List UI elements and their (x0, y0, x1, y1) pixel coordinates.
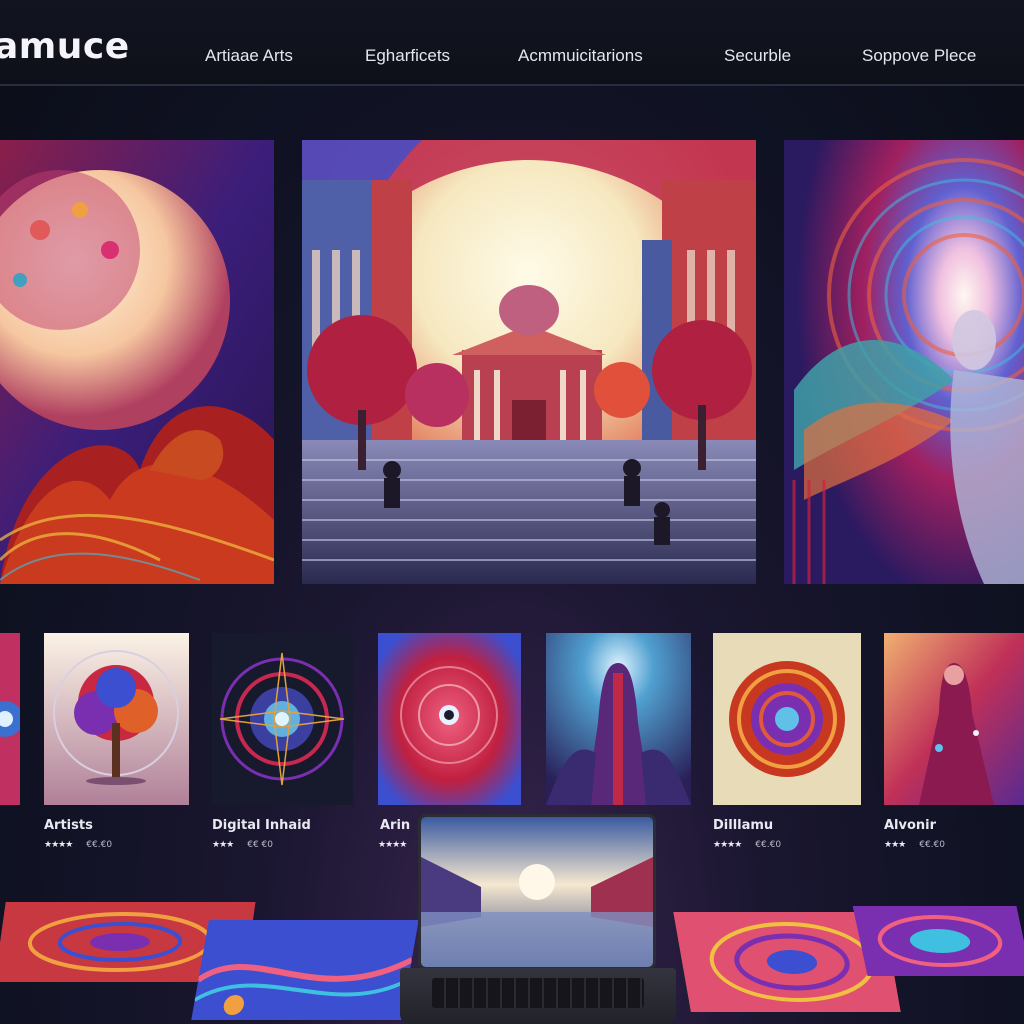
card-title-arin: Arin (380, 818, 411, 833)
laptop-screen (418, 814, 656, 970)
thumbnail-mandala[interactable] (212, 633, 353, 805)
print-blue-swirl (191, 920, 419, 1020)
star-icon: ★★★★ (378, 840, 407, 850)
thumbnail-spirit[interactable] (884, 633, 1024, 805)
print-purple-far-right (852, 906, 1024, 976)
top-navbar: amuce Artiaae Arts Egharficets Acmmuicit… (0, 0, 1024, 86)
card-meta-digital-inhaid: ★★★ €€ €0 (212, 840, 273, 850)
thumbnail-spiral[interactable] (713, 633, 861, 805)
card-title-alvonir: Alvonir (884, 818, 937, 833)
brand-logo[interactable]: amuce (0, 26, 130, 67)
card-meta-alvonir: ★★★ €€.€0 (884, 840, 945, 850)
card-meta-artists: ★★★★ €€.€0 (44, 840, 112, 850)
nav-link-artiaae-arts[interactable]: Artiaae Arts (205, 46, 293, 66)
card-price: €€.€0 (755, 840, 782, 850)
nav-link-egharficets[interactable]: Egharficets (365, 46, 450, 66)
card-price: €€ €0 (247, 840, 273, 850)
card-meta-dilllamu: ★★★★ €€.€0 (713, 840, 781, 850)
nav-link-soppove-plece[interactable]: Soppove Plece (862, 46, 976, 66)
thumbnail-partial-left[interactable] (0, 633, 20, 805)
card-price: €€.€0 (919, 840, 945, 850)
star-icon: ★★★★ (44, 840, 73, 850)
thumbnail-figure[interactable] (546, 633, 691, 805)
card-title-artists: Artists (44, 818, 93, 833)
thumbnail-tree[interactable] (44, 633, 189, 805)
thumbnail-eye[interactable] (378, 633, 521, 805)
star-icon: ★★★ (212, 840, 234, 850)
card-title-digital-inhaid: Digital Inhaid (212, 818, 311, 833)
card-title-dilllamu: Dilllamu (713, 818, 774, 833)
card-price: €€.€0 (86, 840, 113, 850)
nav-link-acmmuicitarions[interactable]: Acmmuicitarions (518, 46, 643, 66)
nav-link-securble[interactable]: Securble (724, 46, 791, 66)
hero-artwork-phoenix[interactable] (0, 140, 274, 584)
card-meta-arin: ★★★★ (378, 840, 420, 850)
laptop-keyboard (432, 978, 644, 1008)
hero-artwork-palace[interactable] (302, 140, 756, 584)
star-icon: ★★★★ (713, 840, 742, 850)
star-icon: ★★★ (884, 840, 906, 850)
hero-artwork-angel[interactable] (784, 140, 1024, 584)
